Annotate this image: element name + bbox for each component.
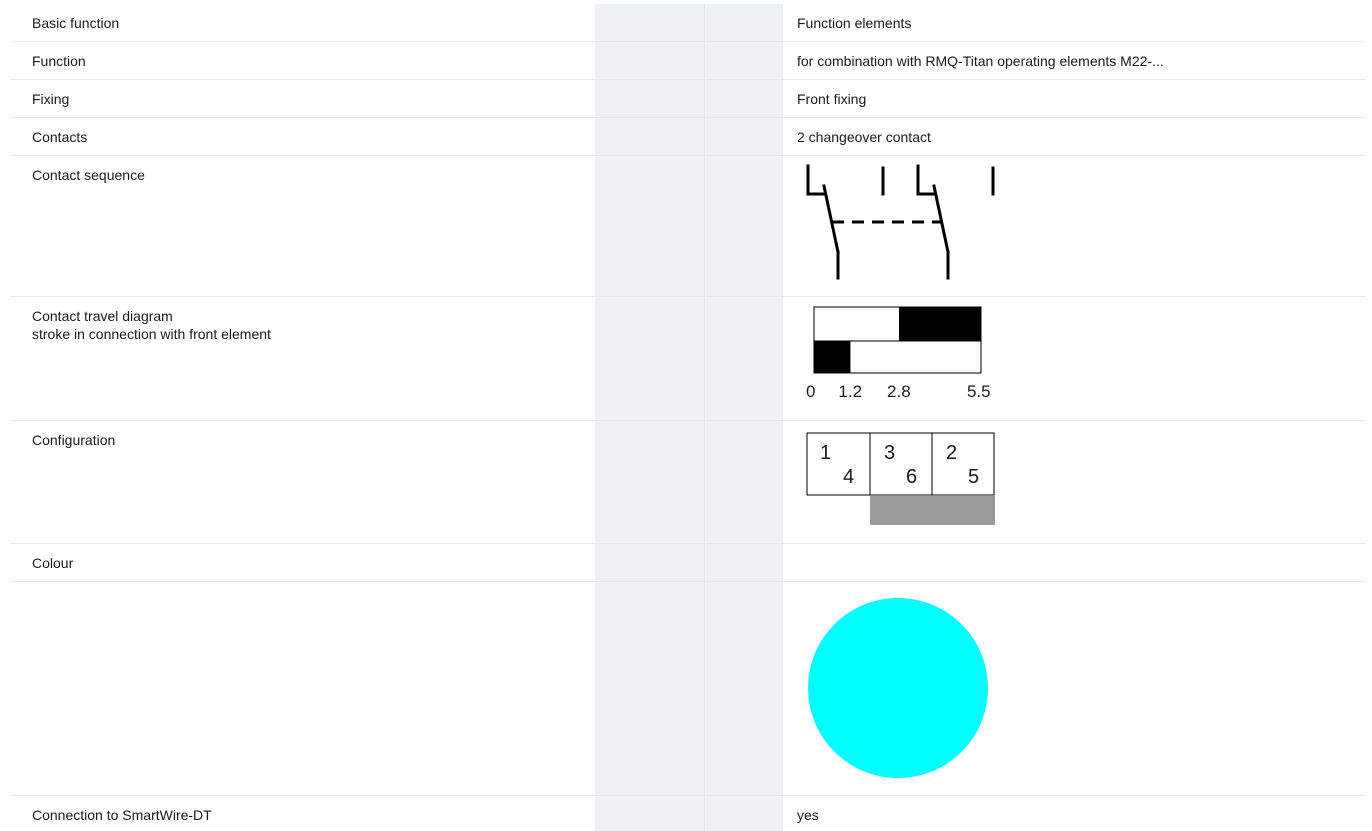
contact-1-blade [822,184,840,254]
row-basic-function: Basic function Function elements [10,4,1366,42]
configuration-cell-1 [806,432,871,496]
tick-label: 1.2 [838,382,862,401]
terminal-number: 6 [906,466,917,488]
contact-2-blade [932,184,950,254]
row-label: Contacts [32,129,88,145]
product-datasheet: Basic function Function elements Functio… [0,0,1372,831]
row-contact-sequence: Contact sequence [10,156,1366,297]
tick-label: 2.8 [887,382,911,401]
row-label: Colour [32,555,74,571]
row-value: Front fixing [797,91,867,107]
row-label: Connection to SmartWire-DT [32,807,212,823]
contact-travel-diagram: 0 1.2 2.8 5.5 [806,306,991,401]
terminal-number: 1 [820,442,831,464]
contact-1-closed-segment [899,307,981,341]
tick-label: 0 [806,382,815,401]
row-label: Configuration [32,432,116,448]
tick-label: 5.5 [967,382,991,401]
terminal-number: 4 [843,466,854,488]
row-smartwire: Connection to SmartWire-DT yes [10,796,1366,831]
contact-2-closed-segment [814,341,851,373]
row-label: Fixing [32,91,70,107]
row-value: Function elements [797,15,912,31]
contact-sequence-symbol [806,164,995,280]
terminal-number: 5 [968,466,979,488]
row-colour-swatch [10,582,1366,796]
row-colour: Colour [10,544,1366,582]
row-label: Contact sequence [32,167,145,183]
configuration-diagram: 1 4 3 6 2 5 [806,432,995,525]
colour-swatch [808,598,988,778]
row-value: for combination with RMQ-Titan operating… [797,53,1164,69]
contact-1-nc-terminal [806,164,826,196]
row-label: Function [32,53,86,69]
row-contacts: Contacts 2 changeover contact [10,118,1366,156]
contact-2-nc-terminal [916,164,936,196]
colour-circle [808,598,988,778]
row-contact-travel-diagram: Contact travel diagram stroke in connect… [10,297,1366,421]
configuration-cell-3 [931,432,995,496]
row-label: Basic function [32,15,120,31]
configuration-shadow [870,496,995,525]
terminal-number: 3 [884,442,895,464]
row-function: Function for combination with RMQ-Titan … [10,42,1366,80]
configuration-cell-2 [869,432,933,496]
row-configuration: Configuration 1 4 3 6 2 5 [10,421,1366,544]
row-label: Contact travel diagram stroke in connect… [32,308,271,342]
row-value: 2 changeover contact [797,129,931,145]
row-value: yes [797,807,819,823]
terminal-number: 2 [946,442,957,464]
row-fixing: Fixing Front fixing [10,80,1366,118]
